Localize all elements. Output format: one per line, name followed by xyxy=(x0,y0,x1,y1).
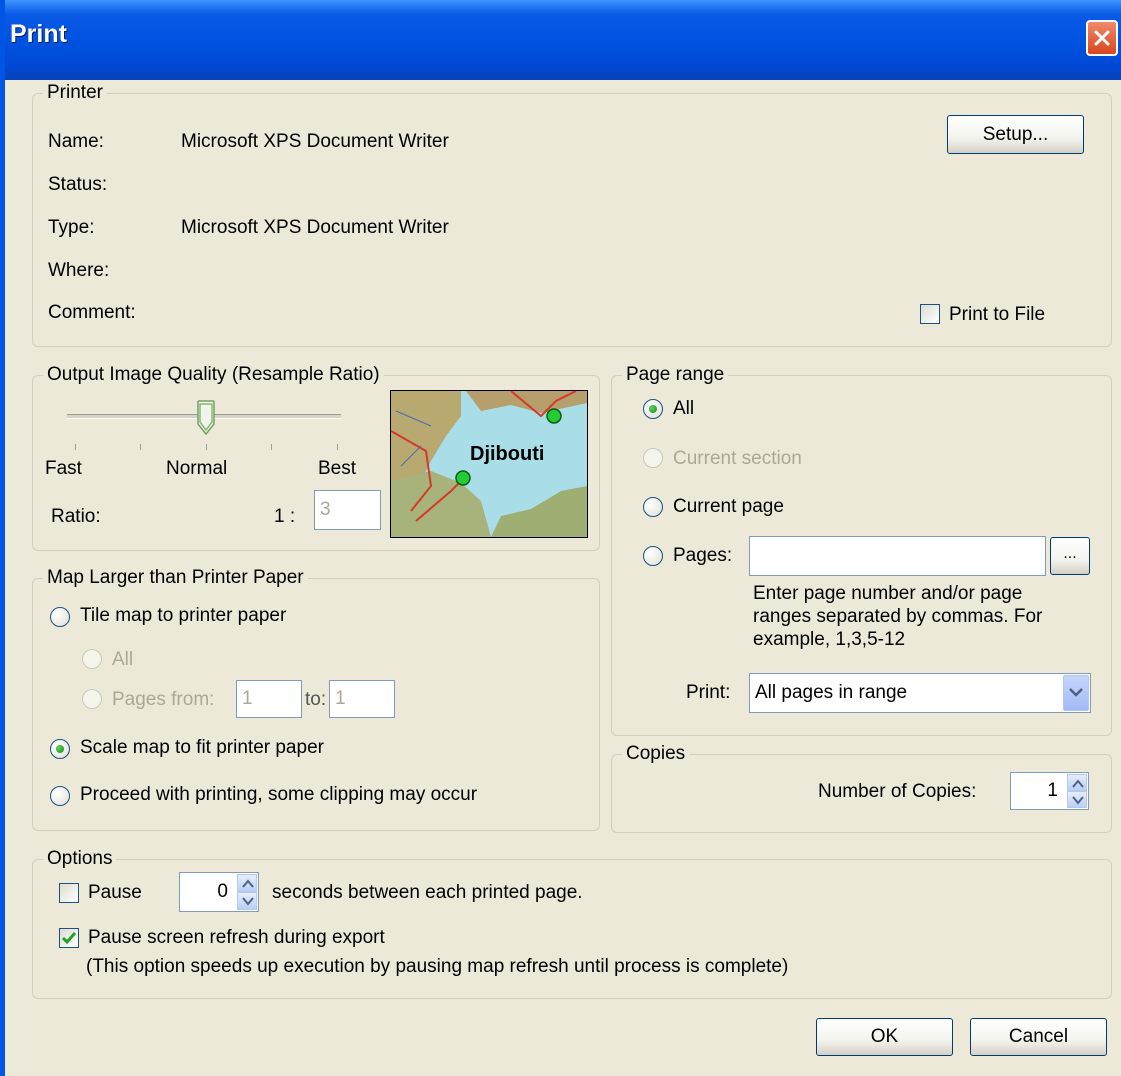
page-range-group-label: Page range xyxy=(622,364,729,386)
print-select[interactable]: All pages in range xyxy=(749,673,1091,713)
slider-thumb[interactable] xyxy=(197,400,215,436)
options-group-label: Options xyxy=(43,848,117,870)
arrow-up-icon xyxy=(1072,779,1084,788)
current-section-label[interactable]: Current section xyxy=(673,448,802,470)
arrow-down-icon xyxy=(1072,796,1084,805)
seconds-text: seconds between each printed page. xyxy=(272,882,583,903)
chevron-down-icon xyxy=(1069,688,1083,697)
pages-hint-line2: ranges separated by commas. For xyxy=(753,606,1043,627)
pages-to-input[interactable]: 1 xyxy=(329,680,395,718)
copies-group-label: Copies xyxy=(622,743,690,765)
close-icon xyxy=(1094,30,1110,46)
number-of-copies-label: Number of Copies: xyxy=(818,781,977,802)
pages-radio[interactable] xyxy=(643,546,663,566)
pause-label[interactable]: Pause xyxy=(88,882,142,904)
normal-label: Normal xyxy=(166,458,228,479)
map-preview: Djibouti xyxy=(390,390,588,538)
pause-refresh-label[interactable]: Pause screen refresh during export xyxy=(88,927,385,949)
slider-tick xyxy=(337,444,338,450)
preview-place-label: Djibouti xyxy=(470,443,545,465)
printer-type-value: Microsoft XPS Document Writer xyxy=(181,217,449,238)
slider-tick xyxy=(271,444,272,450)
scale-map-radio[interactable] xyxy=(50,739,70,759)
pause-refresh-note: (This option speeds up execution by paus… xyxy=(86,956,789,977)
current-section-radio[interactable] xyxy=(643,448,663,468)
map-larger-group-label: Map Larger than Printer Paper xyxy=(43,567,308,589)
radio-selected-dot xyxy=(56,745,64,753)
arrow-up-icon xyxy=(242,879,254,888)
printer-status-label: Status: xyxy=(48,174,108,195)
best-label: Best xyxy=(318,458,357,479)
current-page-label[interactable]: Current page xyxy=(673,496,784,518)
spin-up-button[interactable] xyxy=(1067,774,1087,791)
spin-down-button[interactable] xyxy=(1067,791,1087,808)
proceed-label[interactable]: Proceed with printing, some clipping may… xyxy=(80,784,477,806)
arrow-down-icon xyxy=(242,897,254,906)
scale-map-label[interactable]: Scale map to fit printer paper xyxy=(80,737,324,759)
ratio-input[interactable]: 3 xyxy=(314,490,381,530)
tile-map-label[interactable]: Tile map to printer paper xyxy=(80,605,286,627)
range-all-radio[interactable] xyxy=(643,399,663,419)
title-bar[interactable]: Print xyxy=(5,0,1121,80)
setup-button[interactable]: Setup... xyxy=(947,115,1084,154)
printer-type-label: Type: xyxy=(48,217,95,238)
print-label: Print: xyxy=(686,682,731,703)
current-page-radio[interactable] xyxy=(643,497,663,517)
spin-down-button[interactable] xyxy=(237,892,257,910)
radio-selected-dot xyxy=(649,405,657,413)
pages-from-radio[interactable] xyxy=(82,689,102,709)
close-button[interactable] xyxy=(1086,20,1118,56)
tile-all-label[interactable]: All xyxy=(112,649,133,671)
spin-up-button[interactable] xyxy=(237,874,257,892)
ok-button[interactable]: OK xyxy=(816,1018,953,1056)
window-title: Print xyxy=(10,20,67,48)
printer-comment-label: Comment: xyxy=(48,302,136,323)
pause-seconds-value: 0 xyxy=(217,881,228,902)
copies-value: 1 xyxy=(1047,780,1058,801)
pages-label[interactable]: Pages: xyxy=(673,545,732,567)
printer-where-label: Where: xyxy=(48,260,110,281)
fast-label: Fast xyxy=(45,458,82,479)
pages-from-label[interactable]: Pages from: xyxy=(112,689,214,711)
copies-spin[interactable] xyxy=(1067,774,1087,808)
printer-name-label: Name: xyxy=(48,131,104,152)
printer-name-value: Microsoft XPS Document Writer xyxy=(181,131,449,152)
pages-to-label: to: xyxy=(305,689,327,710)
print-dialog: Print Printer Name: Microsoft XPS Docume… xyxy=(0,0,1121,1076)
copies-stepper[interactable]: 1 xyxy=(1010,772,1089,810)
pages-browse-button[interactable]: ... xyxy=(1050,537,1090,575)
checkmark-icon xyxy=(61,932,77,945)
quality-group-label: Output Image Quality (Resample Ratio) xyxy=(43,364,384,386)
pause-checkbox[interactable] xyxy=(59,883,79,903)
proceed-radio[interactable] xyxy=(50,786,70,806)
pages-hint-line1: Enter page number and/or page xyxy=(753,583,1023,604)
print-to-file-checkbox[interactable] xyxy=(920,304,940,324)
print-to-file-label[interactable]: Print to File xyxy=(949,304,1045,326)
ratio-prefix: 1 : xyxy=(274,506,296,527)
printer-group-label: Printer xyxy=(43,82,107,104)
pages-from-input[interactable]: 1 xyxy=(236,680,302,718)
tile-map-radio[interactable] xyxy=(50,607,70,627)
cancel-button[interactable]: Cancel xyxy=(970,1018,1107,1056)
pause-seconds-spin[interactable] xyxy=(237,874,257,910)
quality-slider[interactable] xyxy=(67,400,343,450)
tile-all-radio[interactable] xyxy=(82,649,102,669)
pause-refresh-checkbox[interactable] xyxy=(59,928,79,948)
ratio-label: Ratio: xyxy=(51,506,101,527)
slider-tick xyxy=(75,444,76,450)
dropdown-button[interactable] xyxy=(1063,675,1089,711)
range-all-label[interactable]: All xyxy=(673,398,694,420)
slider-tick xyxy=(206,444,207,450)
pages-input[interactable] xyxy=(749,536,1046,576)
slider-tick xyxy=(140,444,141,450)
print-select-value: All pages in range xyxy=(755,682,908,703)
pause-seconds-stepper[interactable]: 0 xyxy=(179,872,259,912)
pages-hint-line3: example, 1,3,5-12 xyxy=(753,629,906,650)
